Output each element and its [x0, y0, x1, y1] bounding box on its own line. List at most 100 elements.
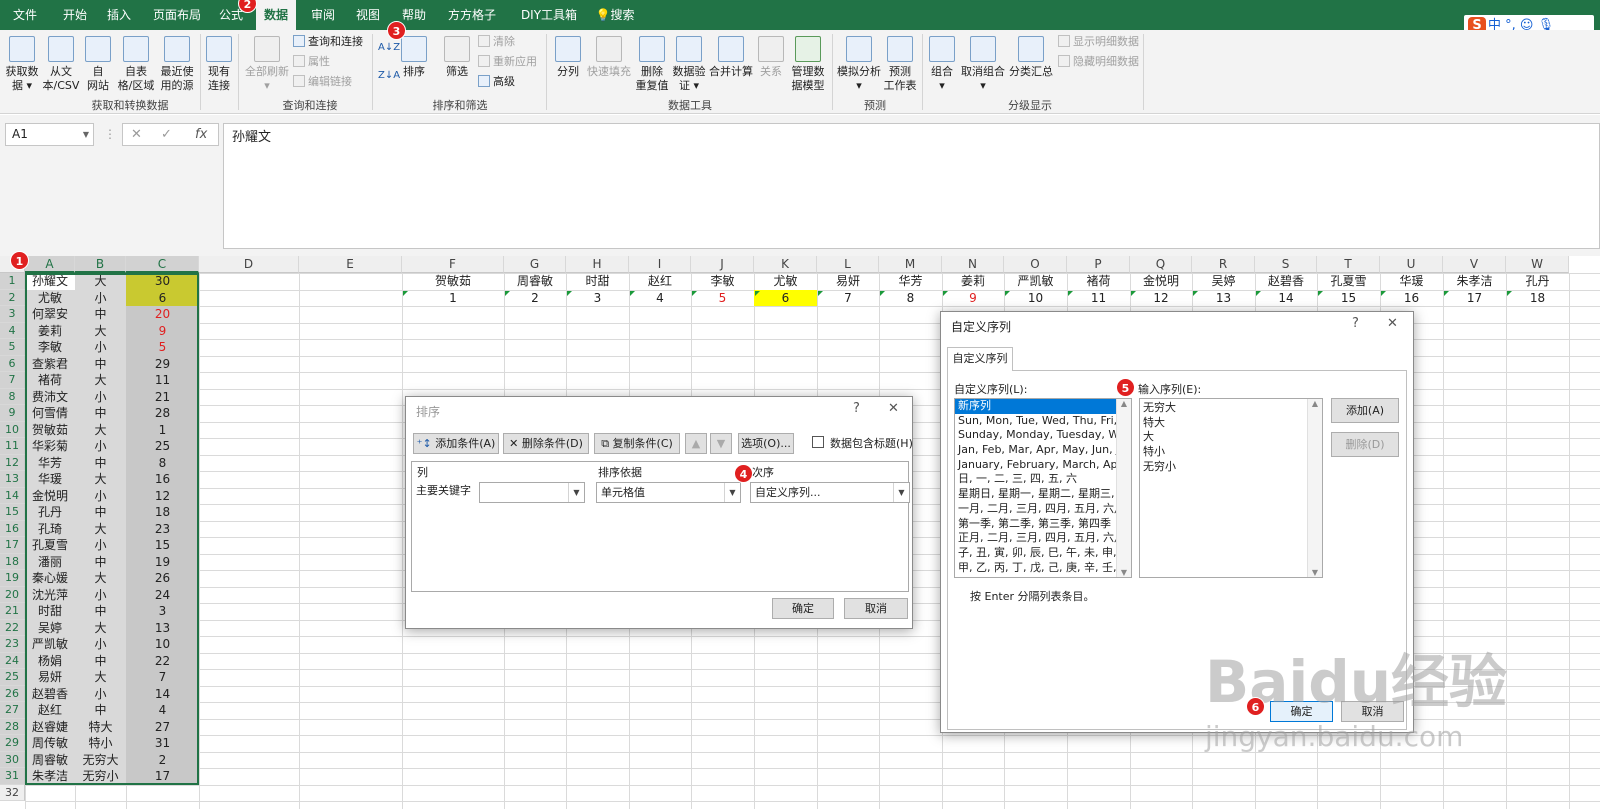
cell-number[interactable]: 7 — [126, 669, 199, 686]
custom-list-item[interactable]: 星期日, 星期一, 星期二, 星期三, 星 — [955, 487, 1131, 502]
cell-name[interactable]: 金悦明 — [25, 487, 75, 504]
add-condition-button[interactable]: ⁺↕ 添加条件(A) — [413, 433, 499, 454]
cell-size[interactable]: 大 — [75, 570, 126, 587]
column-header-G[interactable]: G — [504, 256, 566, 273]
from-table-button[interactable]: 自表 格/区域 — [116, 36, 156, 93]
row-header-15[interactable]: 15 — [0, 504, 25, 521]
cell-number[interactable]: 8 — [126, 454, 199, 471]
cell-rank[interactable]: 17 — [1443, 290, 1506, 307]
row-header-24[interactable]: 24 — [0, 652, 25, 669]
cell-name[interactable]: 杨娟 — [25, 652, 75, 669]
cancel-entry-icon[interactable]: ✕ — [131, 124, 142, 145]
column-header-E[interactable]: E — [299, 256, 402, 273]
chevron-down-icon[interactable]: ▼ — [83, 124, 89, 145]
cell-size[interactable]: 大 — [75, 322, 126, 339]
sort-order-select[interactable]: 自定义序列... ▼ — [750, 482, 910, 503]
cell-number[interactable]: 22 — [126, 652, 199, 669]
tab-home[interactable]: 开始 — [56, 0, 94, 30]
cell-header-name[interactable]: 尤敏 — [754, 273, 817, 290]
cell-name[interactable]: 赵睿婕 — [25, 718, 75, 735]
tab-data[interactable]: 数据 — [256, 0, 296, 30]
cell-rank[interactable]: 12 — [1130, 290, 1192, 307]
row-header-30[interactable]: 30 — [0, 751, 25, 768]
cell-name[interactable]: 赵碧香 — [25, 685, 75, 702]
cell-name[interactable]: 孔丹 — [25, 504, 75, 521]
row-header-7[interactable]: 7 — [0, 372, 25, 389]
cell-header-name[interactable]: 朱孝洁 — [1443, 273, 1506, 290]
row-header-26[interactable]: 26 — [0, 685, 25, 702]
cell-name[interactable]: 华彩菊 — [25, 438, 75, 455]
cell-name[interactable]: 姜莉 — [25, 322, 75, 339]
cell-size[interactable]: 大 — [75, 669, 126, 686]
column-header-L[interactable]: L — [817, 256, 879, 273]
custom-list-item[interactable]: 日, 一, 二, 三, 四, 五, 六 — [955, 472, 1131, 487]
row-header-9[interactable]: 9 — [0, 405, 25, 422]
column-header-W[interactable]: W — [1506, 256, 1569, 273]
custom-list-item[interactable]: 新序列 — [955, 399, 1131, 414]
column-header-B[interactable]: B — [75, 256, 126, 273]
tab-custom-lists[interactable]: 自定义序列 — [947, 347, 1013, 371]
cell-name[interactable]: 孙耀文 — [25, 273, 75, 290]
column-header-C[interactable]: C — [126, 256, 199, 273]
help-icon[interactable]: ? — [1352, 316, 1359, 331]
move-up-button[interactable]: ▲ — [685, 433, 707, 454]
row-header-12[interactable]: 12 — [0, 454, 25, 471]
cell-rank[interactable]: 13 — [1192, 290, 1255, 307]
filter-button[interactable]: 筛选 — [440, 36, 474, 79]
column-header-S[interactable]: S — [1255, 256, 1317, 273]
cell-name[interactable]: 华瑗 — [25, 471, 75, 488]
cell-size[interactable]: 特大 — [75, 718, 126, 735]
sort-column-select[interactable]: ▼ — [479, 482, 585, 503]
row-header-29[interactable]: 29 — [0, 735, 25, 752]
cell-header-name[interactable]: 贺敏茹 — [402, 273, 504, 290]
custom-list-item[interactable]: 子, 丑, 寅, 卯, 辰, 巳, 午, 未, 申, 酉 — [955, 546, 1131, 561]
consolidate-button[interactable]: 合并计算 — [708, 36, 754, 79]
custom-list-item[interactable]: Sun, Mon, Tue, Wed, Thu, Fri, S — [955, 414, 1131, 429]
cell-header-name[interactable]: 李敏 — [691, 273, 754, 290]
row-header-4[interactable]: 4 — [0, 322, 25, 339]
cell-name[interactable]: 孔琦 — [25, 520, 75, 537]
cell-size[interactable]: 中 — [75, 553, 126, 570]
sort-cancel-button[interactable]: 取消 — [844, 598, 908, 619]
row-header-16[interactable]: 16 — [0, 520, 25, 537]
row-header-21[interactable]: 21 — [0, 603, 25, 620]
entries-scrollbar[interactable]: ▲ ▼ — [1307, 399, 1322, 577]
column-header-M[interactable]: M — [879, 256, 942, 273]
ungroup-button[interactable]: 取消组合 ▾ — [960, 36, 1006, 93]
row-header-32[interactable]: 32 — [0, 784, 25, 801]
cell-name[interactable]: 时甜 — [25, 603, 75, 620]
cell-name[interactable]: 查紫君 — [25, 355, 75, 372]
cell-number[interactable]: 25 — [126, 438, 199, 455]
reapply-button[interactable]: 重新应用 — [478, 52, 537, 72]
cell-header-name[interactable]: 华芳 — [879, 273, 942, 290]
cell-name[interactable]: 潘丽 — [25, 553, 75, 570]
cell-number[interactable]: 29 — [126, 355, 199, 372]
cell-number[interactable]: 17 — [126, 768, 199, 785]
cell-header-name[interactable]: 孔夏雪 — [1317, 273, 1380, 290]
cell-rank[interactable]: 6 — [754, 289, 817, 306]
cell-size[interactable]: 小 — [75, 586, 126, 603]
tab-insert[interactable]: 插入 — [100, 0, 138, 30]
custom-list-item[interactable]: 甲, 乙, 丙, 丁, 戊, 己, 庚, 辛, 壬, 癸 — [955, 561, 1131, 576]
tab-file[interactable]: 文件 — [6, 0, 44, 30]
list-scrollbar[interactable]: ▲ ▼ — [1116, 399, 1131, 577]
row-header-11[interactable]: 11 — [0, 438, 25, 455]
row-header-6[interactable]: 6 — [0, 355, 25, 372]
cell-size[interactable]: 小 — [75, 339, 126, 356]
cell-size[interactable]: 小 — [75, 289, 126, 306]
cell-size[interactable]: 大 — [75, 421, 126, 438]
cell-name[interactable]: 尤敏 — [25, 289, 75, 306]
tab-page-layout[interactable]: 页面布局 — [146, 0, 208, 30]
column-header-I[interactable]: I — [629, 256, 691, 273]
sort-asc-button[interactable]: A↓Z — [378, 38, 400, 58]
from-csv-button[interactable]: 从文 本/CSV — [42, 36, 80, 93]
cell-size[interactable]: 中 — [75, 355, 126, 372]
cell-number[interactable]: 26 — [126, 570, 199, 587]
column-header-K[interactable]: K — [754, 256, 817, 273]
cell-number[interactable]: 16 — [126, 471, 199, 488]
column-header-P[interactable]: P — [1067, 256, 1130, 273]
recent-sources-button[interactable]: 最近使 用的源 — [158, 36, 196, 93]
column-header-D[interactable]: D — [199, 256, 299, 273]
custom-ok-button[interactable]: 确定 — [1270, 701, 1333, 722]
custom-cancel-button[interactable]: 取消 — [1341, 701, 1404, 722]
